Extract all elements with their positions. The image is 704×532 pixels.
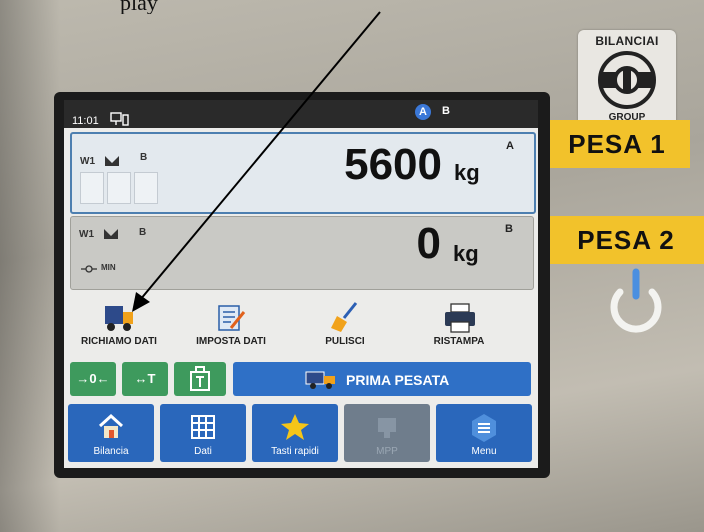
weight-unit: kg [453,241,479,266]
pulisci-button[interactable]: PULISCI [290,296,400,348]
clock: 11:01 [72,115,99,127]
weigh-panel-1[interactable]: W1 B 5600 kg A [70,132,536,214]
nav-label: Tasti rapidi [271,446,319,457]
manual-tare-key[interactable] [174,362,226,396]
menu-icon [472,414,496,442]
nav-mpp[interactable]: MPP [344,404,430,462]
channel-a-indicator: A [415,104,431,120]
weight-t-icon [190,366,210,391]
printer-icon [445,303,475,333]
channel-b-indicator: B [442,105,450,117]
tool-label: IMPOSTA DATI [196,336,266,347]
housing-shadow [0,0,60,532]
min-indicator: MIN [101,263,116,272]
hourglass-icon [105,156,119,166]
nav-label: Dati [194,446,212,457]
scale-id: W1 [79,229,94,240]
scale-id: W1 [80,156,95,167]
pesa-2-label: PESA 2 [548,216,704,264]
weight-unit: kg [454,160,480,185]
terminal-screen: 11:01 A B W1 B 5600 kg A W1 B MIN 0 kg B… [64,100,538,468]
tool-label: RISTAMPA [433,336,485,347]
nav-tasti-rapidi[interactable]: Tasti rapidi [252,404,338,462]
prima-pesata-label: PRIMA PESATA [346,372,450,388]
brand-logo-icon [598,51,656,109]
truck-icon [305,371,335,389]
edit-document-icon [218,305,246,331]
pc-connection-icon [110,112,129,126]
zero-key-label: →0← [76,371,110,386]
pesa-1-label: PESA 1 [544,120,690,168]
star-icon [281,414,309,440]
nav-label: Bilancia [93,446,129,457]
zero-indicator-icon [81,265,97,273]
brand-badge: BILANCIAI GROUP [578,30,676,126]
imposta-dati-button[interactable]: IMPOSTA DATI [176,296,286,348]
nav-label: Menu [471,446,497,457]
weight-value: 0 [416,219,441,268]
grid-icon [191,415,215,439]
weight-value: 5600 [344,140,442,189]
nav-menu[interactable]: Menu [436,404,532,462]
richiamo-dati-button[interactable]: RICHIAMO DATI [64,296,174,348]
power-button-icon[interactable] [604,266,668,338]
panel-channel: A [506,140,514,152]
mpp-icon [378,418,396,438]
range-flag: B [140,152,148,163]
tare-key[interactable]: ↔T [122,362,168,396]
truck-icon [105,306,133,331]
hourglass-icon [104,229,118,239]
zero-key[interactable]: →0← [70,362,116,396]
panel-channel: B [505,223,513,235]
top-caption: play [120,0,158,14]
tool-label: PULISCI [325,336,365,347]
nav-label: MPP [376,446,398,457]
ristampa-button[interactable]: RISTAMPA [404,296,514,348]
status-bar: 11:01 A B [64,100,538,128]
nav-dati[interactable]: Dati [160,404,246,462]
tool-label: RICHIAMO DATI [81,336,157,347]
weigh-panel-2[interactable]: W1 B MIN 0 kg B [70,216,534,290]
home-icon [98,413,124,438]
nav-bilancia[interactable]: Bilancia [68,404,154,462]
range-flag: B [139,227,147,238]
status-boxes [80,172,161,209]
prima-pesata-button[interactable]: PRIMA PESATA [233,362,531,396]
broom-icon [331,302,358,332]
tare-key-label: ↔T [134,371,156,386]
brand-name: BILANCIAI [595,34,659,48]
